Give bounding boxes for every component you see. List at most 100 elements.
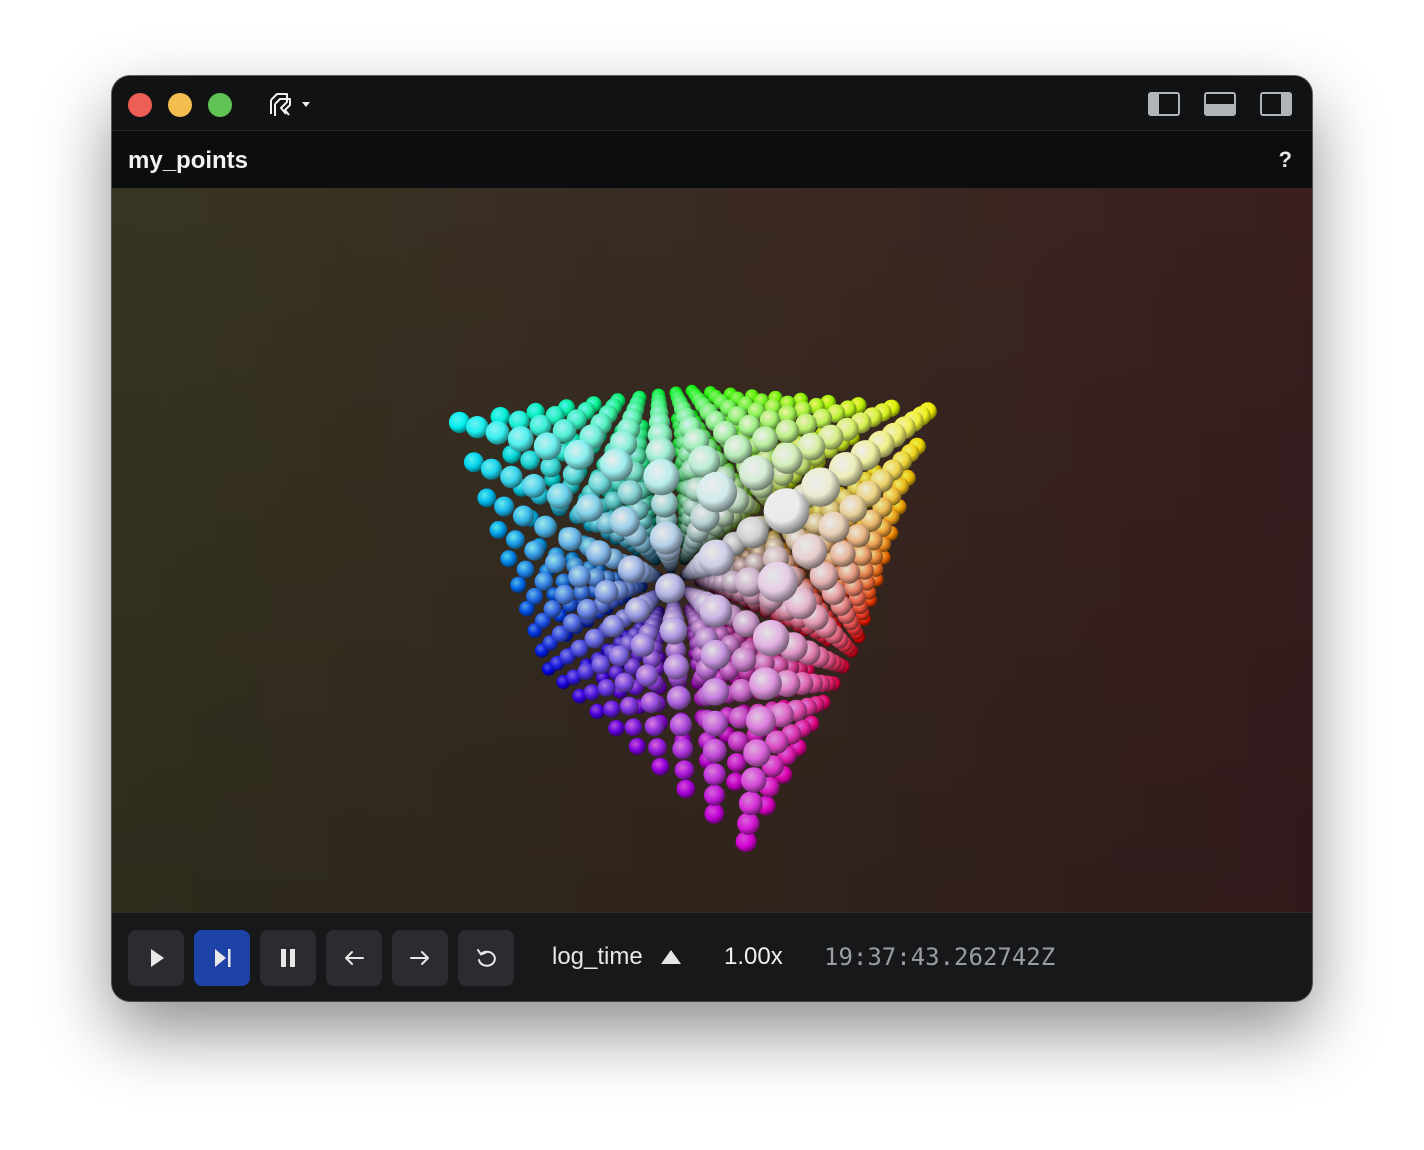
point bbox=[534, 572, 554, 591]
point bbox=[703, 763, 726, 786]
3d-viewport[interactable] bbox=[112, 188, 1312, 912]
point bbox=[727, 753, 747, 773]
current-time[interactable]: 19:37:43.262742Z bbox=[824, 943, 1055, 971]
toggle-bottom-panel-button[interactable] bbox=[1204, 92, 1236, 116]
point bbox=[568, 565, 591, 588]
follow-button[interactable] bbox=[194, 930, 250, 986]
point bbox=[704, 803, 725, 824]
point bbox=[752, 619, 790, 657]
point bbox=[763, 488, 810, 534]
point bbox=[516, 560, 535, 579]
point bbox=[818, 511, 850, 543]
loop-icon bbox=[477, 949, 496, 967]
point bbox=[640, 692, 662, 713]
point bbox=[591, 655, 611, 674]
point bbox=[829, 541, 856, 567]
point bbox=[624, 597, 651, 623]
point bbox=[564, 439, 595, 470]
point bbox=[608, 720, 625, 737]
point bbox=[644, 716, 665, 737]
point bbox=[648, 738, 667, 757]
point bbox=[736, 516, 769, 549]
point bbox=[558, 527, 583, 552]
point bbox=[635, 664, 659, 687]
timeline-selector[interactable]: log_time bbox=[552, 943, 643, 971]
point bbox=[534, 515, 557, 538]
view-header: my_points ? bbox=[112, 131, 1312, 188]
point bbox=[696, 471, 738, 513]
point bbox=[702, 710, 728, 737]
app-window: my_points ? log_time 1.00x 19:37:43.2627… bbox=[112, 76, 1312, 1001]
left-panel-icon bbox=[1148, 92, 1180, 116]
point bbox=[669, 713, 693, 737]
app-menu-button[interactable] bbox=[268, 90, 316, 118]
toggle-left-panel-button[interactable] bbox=[1148, 92, 1180, 116]
point bbox=[500, 465, 523, 489]
minimize-window-button[interactable] bbox=[168, 93, 192, 117]
point bbox=[700, 639, 731, 670]
point bbox=[506, 530, 525, 550]
point bbox=[583, 684, 600, 701]
zoom-window-button[interactable] bbox=[208, 93, 232, 117]
point bbox=[466, 416, 489, 439]
point bbox=[463, 452, 484, 473]
point bbox=[757, 561, 799, 603]
point bbox=[521, 473, 546, 498]
point bbox=[666, 685, 691, 710]
point bbox=[739, 455, 775, 491]
point bbox=[609, 506, 640, 537]
point bbox=[775, 419, 800, 443]
point bbox=[659, 616, 688, 645]
playback-speed[interactable]: 1.00x bbox=[724, 943, 783, 971]
help-button[interactable]: ? bbox=[1279, 147, 1292, 173]
point bbox=[699, 594, 733, 628]
point bbox=[563, 613, 582, 633]
rerun-logo-icon bbox=[270, 93, 310, 116]
point bbox=[507, 426, 534, 452]
point bbox=[738, 791, 763, 816]
point bbox=[630, 633, 655, 658]
point bbox=[608, 645, 630, 667]
arrow-right-icon bbox=[410, 951, 429, 965]
arrow-left-icon bbox=[345, 951, 364, 965]
bottom-panel-icon bbox=[1204, 92, 1236, 116]
point bbox=[599, 448, 633, 482]
point bbox=[674, 760, 695, 780]
step-forward-button[interactable] bbox=[392, 930, 448, 986]
chevron-up-icon[interactable] bbox=[661, 950, 681, 964]
step-back-button[interactable] bbox=[326, 930, 382, 986]
play-button[interactable] bbox=[128, 930, 184, 986]
play-icon bbox=[151, 949, 164, 967]
point bbox=[614, 672, 635, 693]
point bbox=[546, 483, 573, 509]
point bbox=[649, 521, 683, 555]
point bbox=[749, 667, 782, 700]
point bbox=[663, 654, 690, 680]
point bbox=[589, 703, 605, 720]
point bbox=[617, 480, 643, 506]
point bbox=[731, 647, 757, 673]
close-window-button[interactable] bbox=[128, 93, 152, 117]
point bbox=[477, 488, 497, 508]
point bbox=[628, 738, 646, 755]
point bbox=[512, 505, 535, 527]
point-cloud bbox=[448, 384, 937, 853]
point bbox=[672, 738, 694, 760]
pause-button[interactable] bbox=[260, 930, 316, 986]
title-bar bbox=[112, 76, 1312, 131]
point bbox=[526, 587, 544, 605]
point bbox=[494, 496, 515, 517]
loop-button[interactable] bbox=[458, 930, 514, 986]
point bbox=[533, 432, 562, 461]
toggle-right-panel-button[interactable] bbox=[1260, 92, 1292, 116]
point bbox=[585, 540, 612, 566]
point bbox=[524, 540, 545, 561]
point bbox=[603, 700, 621, 718]
point bbox=[702, 738, 727, 763]
point bbox=[545, 552, 566, 574]
point bbox=[737, 812, 760, 835]
time-panel: log_time 1.00x 19:37:43.262742Z bbox=[112, 912, 1312, 1001]
point bbox=[510, 576, 527, 593]
point bbox=[554, 584, 575, 605]
point bbox=[576, 598, 598, 620]
